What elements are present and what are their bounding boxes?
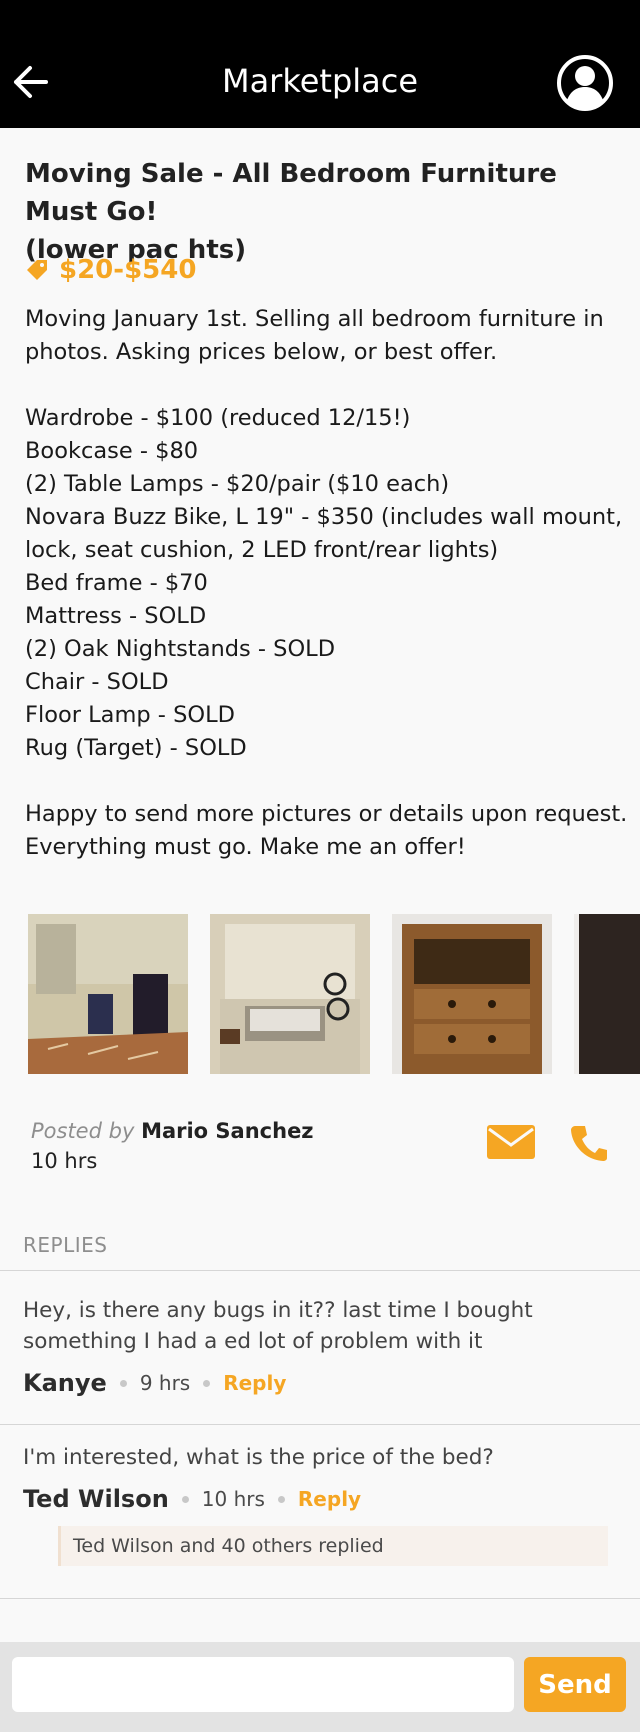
description-line: lock, seat cushion, 2 LED front/rear lig… bbox=[25, 537, 499, 563]
posted-time: 10 hrs bbox=[31, 1149, 98, 1173]
reply-meta: Kanye 9 hrs Reply bbox=[23, 1365, 618, 1401]
reply-time: 9 hrs bbox=[139, 1371, 191, 1395]
posted-by: Posted by Mario Sanchez bbox=[31, 1116, 314, 1146]
price-text: $20-$540 bbox=[59, 255, 197, 285]
description-line: Happy to send more pictures or details u… bbox=[25, 801, 628, 827]
page-title: Marketplace bbox=[221, 62, 419, 100]
message-composer: Send bbox=[0, 1642, 640, 1732]
reply-body-line: I'm interested, what is the price of the… bbox=[23, 1445, 494, 1470]
reply-body: I'm interested, what is the price of the… bbox=[23, 1442, 618, 1473]
description-line: Mattress - SOLD bbox=[25, 603, 207, 629]
send-button[interactable]: Send bbox=[524, 1657, 626, 1712]
reply-button[interactable]: Reply bbox=[298, 1487, 361, 1511]
message-input[interactable] bbox=[12, 1657, 514, 1712]
description-line: Moving January 1st. Selling all bedroom … bbox=[25, 306, 604, 332]
description-line: Rug (Target) - SOLD bbox=[25, 735, 247, 761]
replies-heading: REPLIES bbox=[23, 1233, 108, 1257]
description-line: Bed frame - $70 bbox=[25, 570, 208, 596]
reply-body-line: something I had a ed lot of problem with… bbox=[23, 1329, 483, 1354]
description-line: Floor Lamp - SOLD bbox=[25, 702, 235, 728]
thread-replies-summary[interactable]: Ted Wilson and 40 others replied bbox=[58, 1526, 608, 1566]
divider bbox=[0, 1270, 640, 1271]
reply-author[interactable]: Ted Wilson bbox=[23, 1485, 169, 1513]
separator-dot bbox=[119, 1379, 127, 1387]
description-line bbox=[25, 765, 623, 798]
reply-author[interactable]: Kanye bbox=[23, 1369, 107, 1397]
description-line: Wardrobe - $100 (reduced 12/15!) bbox=[25, 405, 411, 431]
tag-icon bbox=[27, 260, 47, 280]
user-circle-icon[interactable] bbox=[556, 54, 614, 112]
reply-item: Hey, is there any bugs in it?? last time… bbox=[23, 1295, 618, 1401]
separator-dot bbox=[181, 1495, 189, 1503]
description-line bbox=[25, 369, 623, 402]
description-line: photos. Asking prices below, or best off… bbox=[25, 339, 498, 365]
reply-body: Hey, is there any bugs in it?? last time… bbox=[23, 1295, 618, 1357]
separator-dot bbox=[277, 1495, 285, 1503]
photo-gallery[interactable] bbox=[28, 914, 640, 1074]
reply-meta: Ted Wilson 10 hrs Reply bbox=[23, 1481, 618, 1517]
listing-photo[interactable] bbox=[210, 914, 370, 1074]
description-line: Bookcase - $80 bbox=[25, 438, 199, 464]
divider bbox=[0, 1598, 640, 1599]
description-line: (2) Oak Nightstands - SOLD bbox=[25, 636, 336, 662]
listing-photo[interactable] bbox=[574, 914, 640, 1074]
envelope-icon[interactable] bbox=[487, 1125, 535, 1159]
reply-item: I'm interested, what is the price of the… bbox=[23, 1442, 618, 1517]
listing-title-line: Moving Sale - All Bedroom Furniture Must… bbox=[25, 159, 557, 227]
description-line: Chair - SOLD bbox=[25, 669, 169, 695]
top-bar: Marketplace bbox=[0, 0, 640, 128]
reply-time: 10 hrs bbox=[201, 1487, 265, 1511]
listing-description: Moving January 1st. Selling all bedroom … bbox=[25, 303, 628, 864]
listing-photo[interactable] bbox=[28, 914, 188, 1074]
reply-button[interactable]: Reply bbox=[223, 1371, 286, 1395]
phone-icon[interactable] bbox=[570, 1124, 608, 1162]
listing-price: $20-$540 bbox=[25, 252, 196, 288]
posted-by-label: Posted by bbox=[31, 1119, 135, 1143]
separator-dot bbox=[203, 1379, 211, 1387]
description-line: Novara Buzz Bike, L 19" - $350 (includes… bbox=[25, 504, 623, 530]
seller-name[interactable]: Mario Sanchez bbox=[141, 1119, 313, 1143]
description-line: Everything must go. Make me an offer! bbox=[25, 834, 466, 860]
reply-body-line: Hey, is there any bugs in it?? last time… bbox=[23, 1298, 533, 1323]
listing-photo[interactable] bbox=[392, 914, 552, 1074]
description-line: (2) Table Lamps - $20/pair ($10 each) bbox=[25, 471, 450, 497]
divider bbox=[0, 1424, 640, 1425]
